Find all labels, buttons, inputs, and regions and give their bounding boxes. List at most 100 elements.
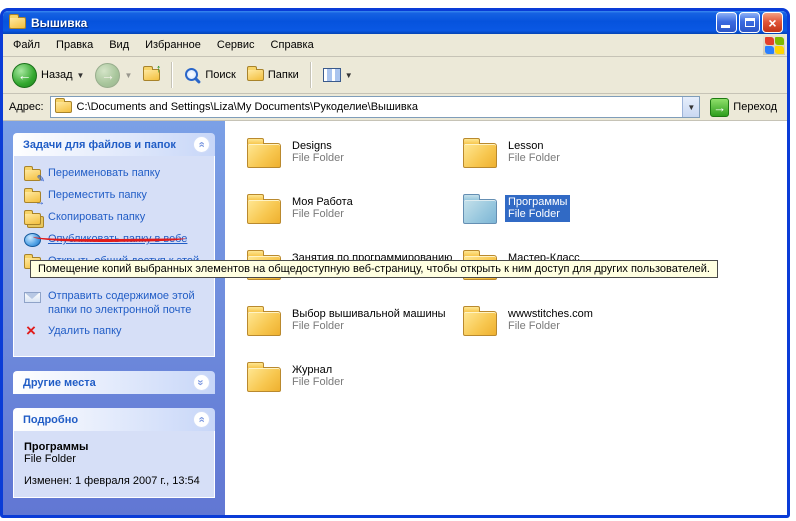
- toolbar-separator: [310, 62, 312, 88]
- folder-icon: [247, 367, 281, 392]
- address-dropdown-button[interactable]: ▼: [682, 97, 699, 117]
- folder-icon: [463, 311, 497, 336]
- menu-item[interactable]: Файл: [5, 35, 48, 55]
- details-body: Программы File Folder Изменен: 1 февраля…: [13, 431, 215, 498]
- menu-item[interactable]: Справка: [263, 35, 322, 55]
- folder-type: File Folder: [292, 208, 353, 221]
- copy-icon: [24, 213, 41, 225]
- folder-tile[interactable]: Журнал File Folder: [247, 361, 463, 411]
- task-link[interactable]: Удалить папку: [24, 324, 208, 339]
- maximize-button[interactable]: [739, 12, 760, 33]
- delete-icon: [24, 325, 41, 339]
- menu-item[interactable]: Избранное: [137, 35, 209, 55]
- expand-chevron-icon[interactable]: «: [193, 374, 210, 391]
- folders-button[interactable]: Папки: [244, 67, 302, 83]
- minimize-button[interactable]: [716, 12, 737, 33]
- address-bar: Адрес: C:\Documents and Settings\Liza\My…: [3, 94, 787, 121]
- views-dropdown-icon[interactable]: ▼: [345, 71, 353, 80]
- main-area: Задачи для файлов и папок « Переименоват…: [3, 121, 787, 515]
- file-list: Designs File Folder Lesson File Folder М…: [225, 121, 787, 515]
- folder-icon: [247, 143, 281, 168]
- back-dropdown-icon[interactable]: ▼: [77, 71, 85, 80]
- go-arrow-icon: →: [710, 98, 729, 117]
- back-button[interactable]: ← Назад ▼: [9, 61, 87, 90]
- menu-items: ФайлПравкаВидИзбранноеСервисСправка: [5, 35, 322, 55]
- details-header[interactable]: Подробно «: [13, 408, 215, 431]
- file-tasks-title: Задачи для файлов и папок: [23, 139, 176, 151]
- folder-tile[interactable]: wwwstitches.com File Folder: [463, 305, 679, 355]
- folder-name: Выбор вышивальной машины: [292, 308, 446, 320]
- task-pane: Задачи для файлов и папок « Переименоват…: [3, 121, 225, 515]
- search-button[interactable]: Поиск: [181, 65, 238, 86]
- folder-tile[interactable]: Выбор вышивальной машины File Folder: [247, 305, 463, 355]
- folder-name: Моя Работа: [292, 196, 353, 208]
- folder-name: Designs: [292, 140, 344, 152]
- windows-logo-icon: [763, 35, 785, 55]
- address-label: Адрес:: [9, 101, 44, 113]
- folder-tile[interactable]: Программы File Folder: [463, 193, 679, 243]
- folder-name: Программы: [508, 196, 567, 208]
- file-tasks-header[interactable]: Задачи для файлов и папок «: [13, 133, 215, 156]
- window-title: Вышивка: [31, 16, 711, 30]
- back-icon: ←: [12, 63, 37, 88]
- folder-tile[interactable]: Моя Работа File Folder: [247, 193, 463, 243]
- folder-name: Lesson: [508, 140, 560, 152]
- details-file-type: File Folder: [24, 453, 208, 465]
- window-controls: ×: [716, 12, 783, 33]
- collapse-chevron-icon[interactable]: «: [193, 411, 210, 428]
- go-label: Переход: [733, 101, 777, 113]
- toolbar-separator: [171, 62, 173, 88]
- folder-type: File Folder: [292, 376, 344, 389]
- folder-tile[interactable]: Lesson File Folder: [463, 137, 679, 187]
- other-places-header[interactable]: Другие места «: [13, 371, 215, 394]
- menu-item[interactable]: Вид: [101, 35, 137, 55]
- go-button[interactable]: → Переход: [706, 98, 781, 117]
- menu-item[interactable]: Правка: [48, 35, 101, 55]
- email-icon: [24, 292, 41, 303]
- details-modified: Изменен: 1 февраля 2007 г., 13:54: [24, 475, 208, 487]
- collapse-chevron-icon[interactable]: «: [193, 136, 210, 153]
- folder-icon: [463, 143, 497, 168]
- window-folder-icon: [9, 17, 26, 29]
- task-link[interactable]: Переименовать папку: [24, 166, 208, 181]
- address-input[interactable]: C:\Documents and Settings\Liza\My Docume…: [77, 101, 678, 113]
- other-places-title: Другие места: [23, 377, 96, 389]
- task-link[interactable]: Переместить папку: [24, 188, 208, 203]
- title-bar[interactable]: Вышивка ×: [3, 11, 787, 34]
- move-icon: [24, 191, 41, 203]
- up-arrow-icon: ↑: [156, 63, 162, 75]
- task-link[interactable]: Отправить содержимое этой папки по элект…: [24, 289, 208, 317]
- folder-tile[interactable]: Designs File Folder: [247, 137, 463, 187]
- address-folder-icon: [55, 101, 72, 113]
- details-panel: Подробно « Программы File Folder Изменен…: [13, 408, 215, 498]
- forward-dropdown-icon: ▼: [124, 71, 132, 80]
- folder-icon: [463, 199, 497, 224]
- details-file-name: Программы: [24, 441, 208, 453]
- back-label: Назад: [41, 69, 73, 81]
- views-button[interactable]: ▼: [320, 66, 356, 84]
- details-title: Подробно: [23, 414, 78, 426]
- search-label: Поиск: [205, 69, 235, 81]
- menu-item[interactable]: Сервис: [209, 35, 263, 55]
- file-tasks-panel: Задачи для файлов и папок « Переименоват…: [13, 133, 215, 357]
- tooltip: Помещение копий выбранных элементов на о…: [30, 260, 718, 278]
- folder-icon: [247, 199, 281, 224]
- views-icon: [323, 68, 341, 82]
- folder-type: File Folder: [508, 208, 567, 221]
- minimize-icon: [721, 25, 730, 28]
- task-link[interactable]: Скопировать папку: [24, 210, 208, 225]
- address-combo[interactable]: C:\Documents and Settings\Liza\My Docume…: [50, 96, 701, 118]
- other-places-panel: Другие места «: [13, 371, 215, 394]
- maximize-icon: [745, 18, 755, 27]
- forward-button[interactable]: → ▼: [92, 61, 135, 90]
- folder-name: wwwstitches.com: [508, 308, 593, 320]
- task-list: Переименовать папку Переместить папку Ск…: [24, 166, 208, 339]
- rename-icon: [24, 169, 41, 181]
- folder-name: Журнал: [292, 364, 344, 376]
- up-button[interactable]: ↑: [140, 67, 163, 83]
- folder-type: File Folder: [292, 320, 446, 333]
- search-icon: [184, 67, 201, 84]
- close-button[interactable]: ×: [762, 12, 783, 33]
- folder-type: File Folder: [508, 152, 560, 165]
- publish-icon: [24, 233, 41, 247]
